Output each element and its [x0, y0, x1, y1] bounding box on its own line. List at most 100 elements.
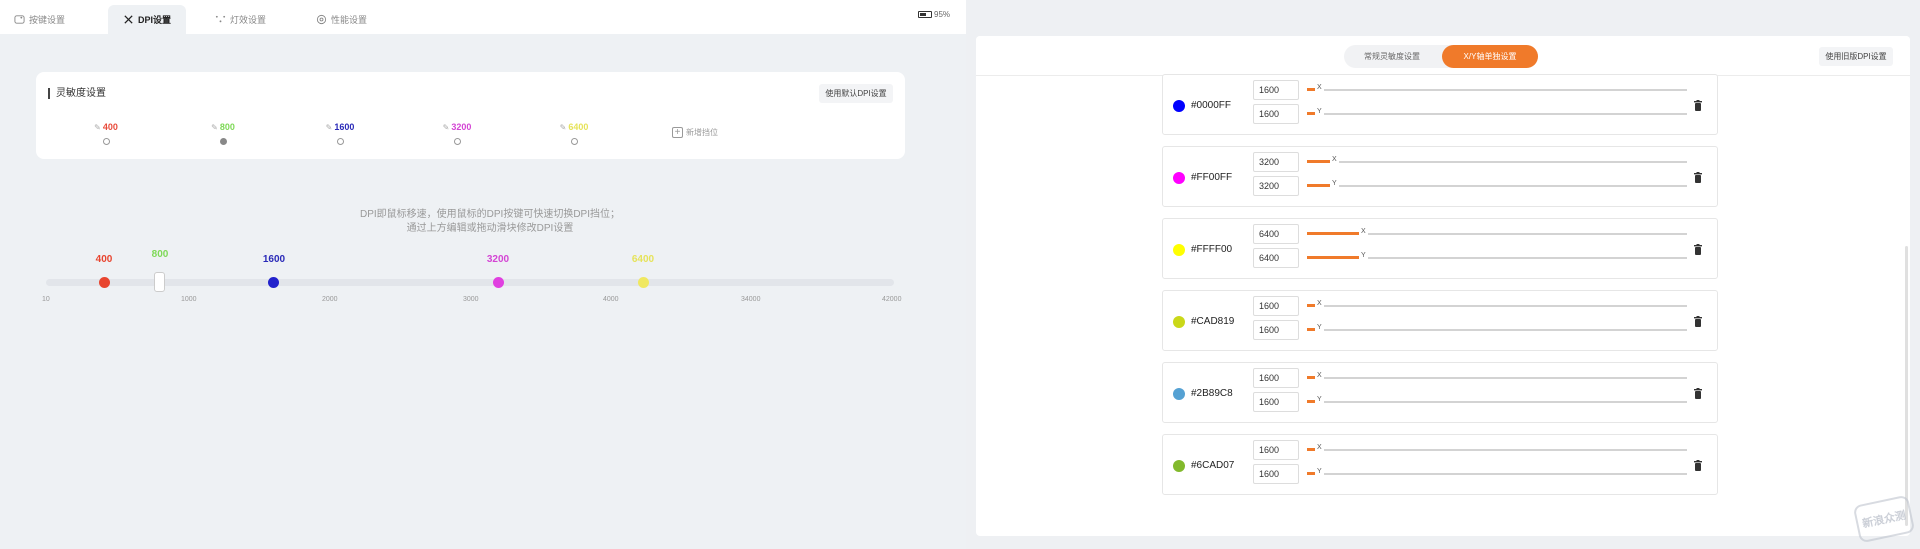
y-dpi-input[interactable]: 1600 — [1253, 392, 1299, 412]
trash-icon[interactable] — [1693, 172, 1703, 183]
y-axis-label: Y — [1315, 108, 1324, 115]
y-axis-label: Y — [1330, 180, 1339, 187]
x-dpi-input[interactable]: 1600 — [1253, 296, 1299, 316]
slider-tick: 3000 — [463, 296, 479, 303]
y-slider[interactable]: Y — [1307, 324, 1687, 335]
x-slider[interactable]: X — [1307, 444, 1687, 455]
seg-xy-separate[interactable]: X/Y轴单独设置 — [1442, 45, 1538, 68]
color-dot — [1173, 388, 1185, 400]
edit-icon[interactable]: ✎ — [443, 123, 450, 132]
dpi-level[interactable]: ✎ 6400 — [544, 122, 604, 145]
trash-icon[interactable] — [1693, 460, 1703, 471]
dpi-level-value-wrap: ✎ 1600 — [310, 122, 370, 132]
x-dpi-input[interactable]: 3200 — [1253, 152, 1299, 172]
sensitivity-card: 灵敏度设置 使用默认DPI设置 ✎ 400 ✎ 800 ✎ 1600 ✎ 320… — [36, 72, 905, 159]
use-old-dpi-button[interactable]: 使用旧版DPI设置 — [1819, 47, 1893, 66]
x-axis-label: X — [1315, 372, 1324, 379]
level-radio[interactable] — [453, 138, 461, 145]
dpi-level-value-wrap: ✎ 3200 — [427, 122, 487, 132]
x-dpi-input[interactable]: 6400 — [1253, 224, 1299, 244]
trash-icon[interactable] — [1693, 244, 1703, 255]
dpi-level[interactable]: ✎ 3200 — [427, 122, 487, 145]
slider-rail — [1307, 449, 1687, 451]
seg-normal-sensitivity[interactable]: 常规灵敏度设置 — [1344, 45, 1440, 68]
dpi-level-value-wrap: ✎ 6400 — [544, 122, 604, 132]
x-slider[interactable]: X — [1307, 372, 1687, 383]
color-hex: #6CAD07 — [1191, 460, 1235, 471]
y-slider[interactable]: Y — [1307, 252, 1687, 263]
slider-point-label: 800 — [151, 249, 169, 260]
x-slider[interactable]: X — [1307, 84, 1687, 95]
y-dpi-input[interactable]: 6400 — [1253, 248, 1299, 268]
dpi-level[interactable]: ✎ 800 — [193, 122, 253, 145]
tab-key-settings[interactable]: 按键设置 — [14, 5, 74, 34]
gear-icon — [316, 14, 327, 25]
slider-fill — [1307, 400, 1315, 403]
slider-point[interactable] — [493, 277, 504, 288]
y-dpi-input[interactable]: 1600 — [1253, 320, 1299, 340]
level-radio[interactable] — [102, 138, 110, 145]
color-hex: #CAD819 — [1191, 316, 1235, 327]
trash-icon[interactable] — [1693, 100, 1703, 111]
dpi-level-value-wrap: ✎ 400 — [76, 122, 136, 132]
tab-light-settings[interactable]: 灯效设置 — [215, 5, 275, 34]
slider-point-label: 3200 — [486, 254, 510, 265]
add-level-label: 新增挡位 — [686, 128, 718, 137]
level-radio[interactable] — [336, 138, 344, 145]
level-radio-selected[interactable] — [219, 138, 227, 145]
dpi-level[interactable]: ✎ 1600 — [310, 122, 370, 145]
y-slider[interactable]: Y — [1307, 180, 1687, 191]
y-slider[interactable]: Y — [1307, 108, 1687, 119]
slider-point[interactable] — [99, 277, 110, 288]
xy-settings-panel: 常规灵敏度设置 X/Y轴单独设置 使用旧版DPI设置 #0000FF 1600 … — [966, 0, 1920, 549]
slider-point[interactable] — [638, 277, 649, 288]
xy-row: #0000FF 1600 1600 X Y — [1162, 74, 1718, 135]
x-dpi-input[interactable]: 1600 — [1253, 440, 1299, 460]
y-dpi-input[interactable]: 3200 — [1253, 176, 1299, 196]
edit-icon[interactable]: ✎ — [211, 123, 218, 132]
dpi-slider-track[interactable] — [46, 279, 894, 286]
x-dpi-input[interactable]: 1600 — [1253, 80, 1299, 100]
edit-icon[interactable]: ✎ — [94, 123, 101, 132]
battery-status: 95% — [918, 10, 950, 19]
y-slider[interactable]: Y — [1307, 396, 1687, 407]
x-slider[interactable]: X — [1307, 228, 1687, 239]
add-level-button[interactable]: + 新增挡位 — [672, 127, 718, 138]
trash-icon[interactable] — [1693, 388, 1703, 399]
x-axis-label: X — [1315, 84, 1324, 91]
color-dot — [1173, 100, 1185, 112]
x-slider[interactable]: X — [1307, 300, 1687, 311]
color-dot — [1173, 460, 1185, 472]
trash-icon[interactable] — [1693, 316, 1703, 327]
dpi-level-value: 6400 — [568, 122, 589, 132]
slider-handle[interactable] — [154, 272, 165, 292]
sparkle-icon — [215, 15, 226, 23]
x-axis-label: X — [1315, 444, 1324, 451]
dpi-level-value-wrap: ✎ 800 — [193, 122, 253, 132]
keyboard-icon — [14, 15, 25, 24]
edit-icon[interactable]: ✎ — [326, 123, 333, 132]
tab-performance-settings[interactable]: 性能设置 — [316, 5, 376, 34]
dpi-level-value: 800 — [219, 122, 235, 132]
tab-dpi-settings[interactable]: DPI设置 — [108, 5, 186, 34]
slider-fill — [1307, 304, 1315, 307]
slider-fill — [1307, 256, 1359, 259]
x-dpi-input[interactable]: 1600 — [1253, 368, 1299, 388]
y-dpi-input[interactable]: 1600 — [1253, 104, 1299, 124]
slider-point[interactable] — [268, 277, 279, 288]
slider-tick: 34000 — [741, 296, 761, 303]
y-slider[interactable]: Y — [1307, 468, 1687, 479]
dpi-level[interactable]: ✎ 400 — [76, 122, 136, 145]
tab-label: 灯效设置 — [230, 15, 267, 25]
edit-icon[interactable]: ✎ — [560, 123, 567, 132]
slider-rail — [1307, 89, 1687, 91]
x-slider[interactable]: X — [1307, 156, 1687, 167]
slider-point-label: 400 — [95, 254, 113, 265]
y-dpi-input[interactable]: 1600 — [1253, 464, 1299, 484]
level-radio[interactable] — [570, 138, 578, 145]
scrollbar[interactable] — [1905, 246, 1908, 526]
reset-default-dpi-button[interactable]: 使用默认DPI设置 — [819, 84, 893, 103]
x-axis-label: X — [1315, 300, 1324, 307]
slider-fill — [1307, 328, 1315, 331]
slider-point-label: 6400 — [631, 254, 655, 265]
